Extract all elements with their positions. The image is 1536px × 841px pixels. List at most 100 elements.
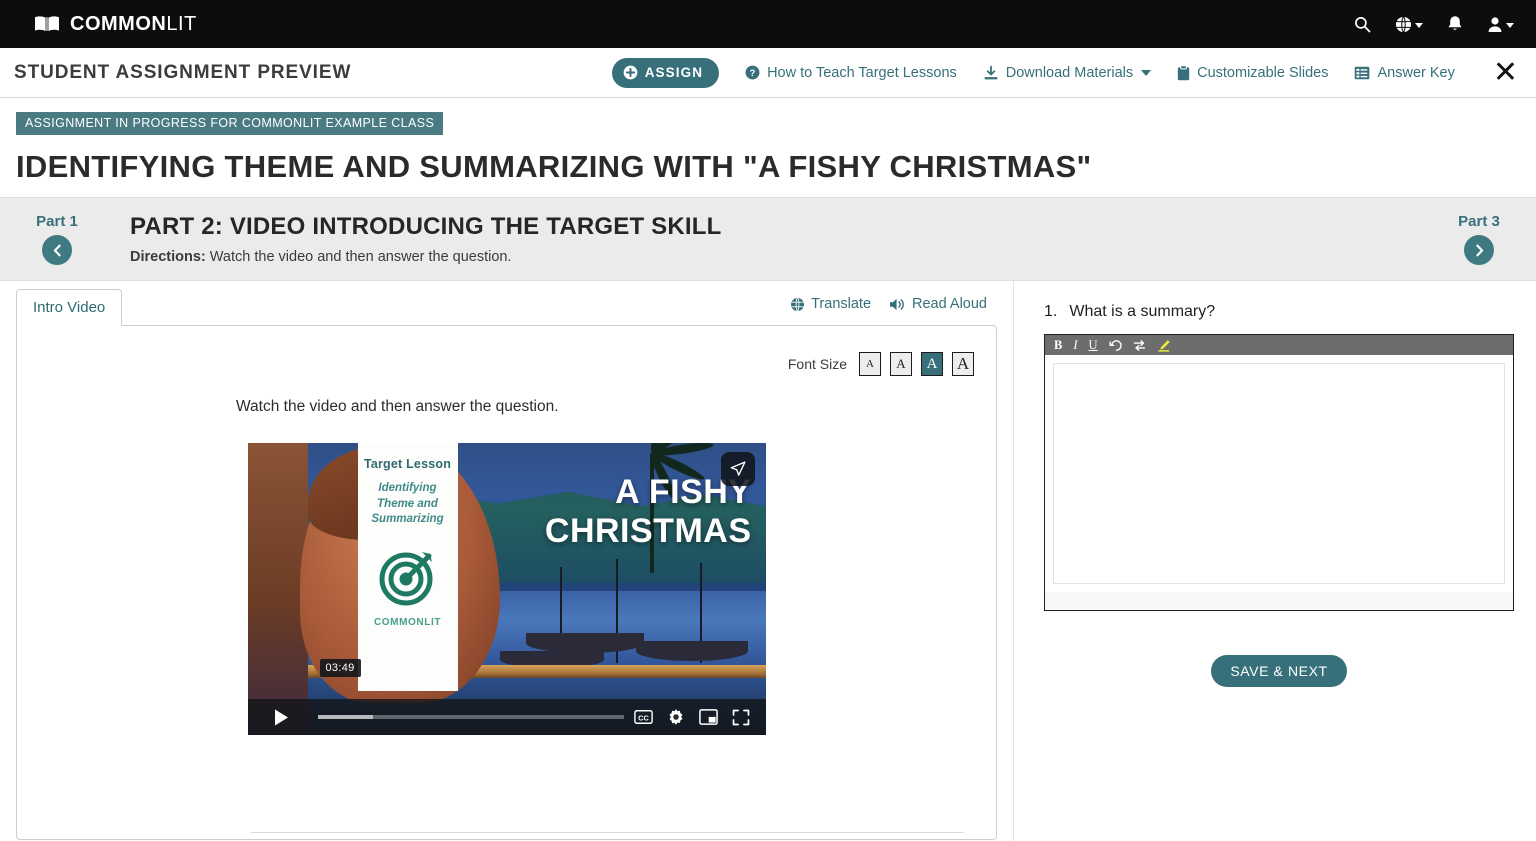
cc-icon[interactable]: CC bbox=[633, 710, 653, 724]
reading-body-text: Watch the video and then answer the ques… bbox=[236, 398, 559, 415]
previous-part-nav[interactable]: Part 1 bbox=[0, 213, 114, 265]
download-icon bbox=[984, 65, 998, 79]
read-aloud-button[interactable]: Read Aloud bbox=[889, 296, 987, 312]
translate-button[interactable]: Translate bbox=[790, 296, 871, 312]
answer-editor-body bbox=[1045, 355, 1513, 592]
read-aloud-label: Read Aloud bbox=[912, 296, 987, 312]
download-materials-dropdown[interactable]: Download Materials bbox=[983, 64, 1152, 81]
seek-buffered bbox=[317, 715, 373, 719]
utility-links: Translate Read Aloud bbox=[790, 296, 987, 312]
svg-text:CC: CC bbox=[638, 713, 649, 722]
how-to-teach-label: How to Teach Target Lessons bbox=[767, 64, 957, 81]
tab-intro-video[interactable]: Intro Video bbox=[16, 289, 123, 326]
undo-icon[interactable] bbox=[1109, 339, 1122, 352]
picture-in-picture-icon[interactable] bbox=[698, 709, 718, 725]
main-content: Intro Video Translate Read Aloud Font Si… bbox=[0, 281, 1536, 841]
video-control-icons: CC bbox=[633, 708, 758, 726]
content-divider bbox=[251, 832, 964, 833]
play-button[interactable] bbox=[256, 699, 308, 735]
font-size-option-2[interactable]: A bbox=[890, 352, 912, 376]
next-part-label: Part 3 bbox=[1458, 213, 1500, 230]
user-icon[interactable] bbox=[1487, 16, 1514, 33]
bold-icon[interactable]: B bbox=[1054, 339, 1062, 352]
font-size-option-3[interactable]: A bbox=[921, 352, 943, 376]
lesson-title: IDENTIFYING THEME AND SUMMARIZING WITH "… bbox=[16, 149, 1092, 184]
boat bbox=[635, 641, 748, 661]
chevron-down-icon bbox=[1506, 22, 1514, 28]
editor-footer bbox=[1045, 592, 1513, 610]
commonlit-logo[interactable]: COMMONLIT bbox=[34, 13, 197, 36]
search-icon[interactable] bbox=[1354, 16, 1371, 33]
settings-gear-icon[interactable] bbox=[667, 708, 685, 726]
part-directions: Directions: Watch the video and then ans… bbox=[130, 249, 1422, 265]
next-part-nav[interactable]: Part 3 bbox=[1422, 213, 1536, 265]
chevron-right-icon bbox=[1475, 244, 1483, 256]
part-content: PART 2: VIDEO INTRODUCING THE TARGET SKI… bbox=[114, 213, 1422, 265]
editor-toolbar: B I U bbox=[1045, 335, 1513, 355]
question-prompt: 1. What is a summary? bbox=[1044, 303, 1514, 321]
video-controls: 03:49 CC bbox=[247, 659, 766, 735]
globe-icon[interactable] bbox=[1395, 16, 1423, 33]
page-title: STUDENT ASSIGNMENT PREVIEW bbox=[14, 61, 352, 83]
font-size-control: Font Size A A A A bbox=[17, 326, 996, 376]
svg-text:?: ? bbox=[750, 68, 756, 78]
share-icon[interactable] bbox=[720, 452, 755, 486]
font-size-label: Font Size bbox=[787, 356, 847, 372]
save-and-next-button[interactable]: SAVE & NEXT bbox=[1211, 655, 1347, 687]
video-card-subtitle: Identifying Theme and Summarizing bbox=[371, 482, 444, 526]
previous-part-button[interactable] bbox=[42, 235, 72, 265]
directions-label: Directions: bbox=[130, 249, 206, 265]
save-button-row: SAVE & NEXT bbox=[1044, 655, 1514, 687]
reading-panel: Font Size A A A A Watch the video and th… bbox=[16, 325, 997, 840]
seek-bar[interactable]: 03:49 bbox=[317, 659, 624, 719]
how-to-teach-link[interactable]: ? How to Teach Target Lessons bbox=[745, 65, 957, 81]
answer-editor: B I U bbox=[1044, 334, 1514, 611]
assign-button-label: ASSIGN bbox=[644, 65, 704, 80]
bell-icon[interactable] bbox=[1447, 15, 1463, 33]
help-circle-icon: ? bbox=[745, 65, 760, 80]
customizable-slides-link[interactable]: Customizable Slides bbox=[1177, 65, 1328, 81]
answer-key-link[interactable]: Answer Key bbox=[1354, 64, 1455, 81]
redo-icon[interactable] bbox=[1133, 339, 1146, 352]
download-materials-label: Download Materials bbox=[1005, 64, 1134, 81]
translate-label: Translate bbox=[811, 296, 872, 312]
target-logo-icon bbox=[377, 548, 439, 611]
video-title-line-2: CHRISTMAS bbox=[544, 512, 752, 551]
lesson-header: ASSIGNMENT IN PROGRESS FOR COMMONLIT EXA… bbox=[0, 98, 1536, 197]
font-size-option-1[interactable]: A bbox=[859, 352, 881, 376]
chevron-down-icon bbox=[1415, 22, 1423, 28]
question-column: 1. What is a summary? B I U SAVE & NEXT bbox=[1013, 281, 1536, 841]
globe-icon bbox=[791, 297, 805, 311]
close-button[interactable]: ✕ bbox=[1493, 57, 1518, 88]
brand-text: COMMONLIT bbox=[70, 12, 197, 35]
boat bbox=[525, 633, 644, 653]
question-text: What is a summary? bbox=[1069, 303, 1216, 320]
video-overlay-title: A FISHY CHRISTMAS bbox=[545, 473, 752, 552]
underline-icon[interactable]: U bbox=[1089, 339, 1098, 352]
video-foreground-figure bbox=[247, 443, 308, 735]
customizable-slides-label: Customizable Slides bbox=[1197, 64, 1329, 81]
previous-part-label: Part 1 bbox=[36, 213, 78, 230]
video-player[interactable]: Target Lesson Identifying Theme and Summar… bbox=[247, 443, 766, 735]
next-part-button[interactable] bbox=[1464, 235, 1494, 265]
topnav-icon-group bbox=[1354, 15, 1514, 33]
answer-key-label: Answer Key bbox=[1377, 64, 1455, 81]
plus-circle-icon bbox=[623, 65, 638, 80]
fullscreen-icon[interactable] bbox=[732, 709, 750, 726]
list-icon bbox=[1355, 66, 1370, 79]
highlighter-icon[interactable] bbox=[1157, 339, 1171, 352]
tab-row: Intro Video Translate Read Aloud bbox=[16, 281, 997, 326]
chevron-left-icon bbox=[53, 244, 61, 256]
open-book-icon bbox=[35, 16, 59, 31]
assign-button[interactable]: ASSIGN bbox=[611, 57, 720, 88]
video-card-brand: COMMONLIT bbox=[373, 616, 442, 628]
directions-text: Watch the video and then answer the ques… bbox=[209, 249, 512, 265]
answer-input[interactable] bbox=[1053, 363, 1505, 584]
part-heading: PART 2: VIDEO INTRODUCING THE TARGET SKI… bbox=[130, 213, 722, 240]
italic-icon[interactable]: I bbox=[1073, 339, 1077, 352]
font-size-option-4[interactable]: A bbox=[952, 352, 974, 376]
top-navigation-bar: COMMONLIT bbox=[0, 0, 1536, 48]
chevron-down-icon bbox=[1141, 69, 1152, 76]
toolbar-actions: ASSIGN ? How to Teach Target Lessons Dow… bbox=[611, 57, 1522, 88]
video-card-title: Target Lesson bbox=[363, 457, 452, 471]
